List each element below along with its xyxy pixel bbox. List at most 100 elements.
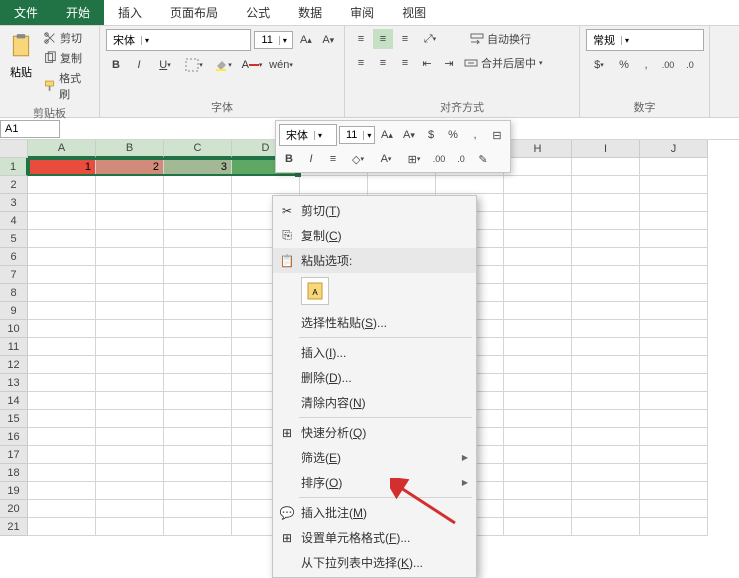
mini-inc-decimal-icon[interactable]: .00 bbox=[429, 149, 449, 169]
cell-C1[interactable]: 3 bbox=[164, 158, 232, 176]
cell-H16[interactable] bbox=[504, 428, 572, 446]
underline-button[interactable]: U ▾ bbox=[152, 55, 178, 75]
cell-J6[interactable] bbox=[640, 248, 708, 266]
menu-clear[interactable]: 清除内容(N) bbox=[273, 390, 476, 415]
cell-J21[interactable] bbox=[640, 518, 708, 536]
cell-C6[interactable] bbox=[164, 248, 232, 266]
cell-C3[interactable] bbox=[164, 194, 232, 212]
cell-J11[interactable] bbox=[640, 338, 708, 356]
cell-I7[interactable] bbox=[572, 266, 640, 284]
tab-data[interactable]: 数据 bbox=[284, 0, 336, 25]
cell-A13[interactable] bbox=[28, 374, 96, 392]
mini-fill-color-icon[interactable]: ◇▾ bbox=[345, 149, 371, 169]
cell-H8[interactable] bbox=[504, 284, 572, 302]
cell-J7[interactable] bbox=[640, 266, 708, 284]
row-header-2[interactable]: 2 bbox=[0, 176, 28, 194]
cell-J15[interactable] bbox=[640, 410, 708, 428]
cell-J20[interactable] bbox=[640, 500, 708, 518]
row-header-17[interactable]: 17 bbox=[0, 446, 28, 464]
mini-font-combo[interactable]: 宋体▾ bbox=[279, 124, 337, 146]
cell-B4[interactable] bbox=[96, 212, 164, 230]
align-right-icon[interactable]: ≡ bbox=[395, 53, 415, 73]
copy-button[interactable]: 复制 bbox=[40, 49, 93, 67]
cell-J13[interactable] bbox=[640, 374, 708, 392]
tab-layout[interactable]: 页面布局 bbox=[156, 0, 232, 25]
align-left-icon[interactable]: ≡ bbox=[351, 53, 371, 73]
paste-option-default[interactable]: A bbox=[301, 277, 329, 305]
cell-C5[interactable] bbox=[164, 230, 232, 248]
cell-H7[interactable] bbox=[504, 266, 572, 284]
decrease-font-icon[interactable]: A▾ bbox=[319, 30, 338, 50]
font-name-combo[interactable]: 宋体▾ bbox=[106, 29, 251, 51]
cell-J8[interactable] bbox=[640, 284, 708, 302]
cell-H3[interactable] bbox=[504, 194, 572, 212]
cell-B19[interactable] bbox=[96, 482, 164, 500]
cell-A2[interactable] bbox=[28, 176, 96, 194]
cell-I16[interactable] bbox=[572, 428, 640, 446]
row-header-6[interactable]: 6 bbox=[0, 248, 28, 266]
cut-button[interactable]: 剪切 bbox=[40, 29, 93, 47]
mini-italic-button[interactable]: I bbox=[301, 149, 321, 169]
menu-cut[interactable]: ✂剪切(T) bbox=[273, 198, 476, 223]
cell-I18[interactable] bbox=[572, 464, 640, 482]
tab-home[interactable]: 开始 bbox=[52, 0, 104, 25]
cell-A9[interactable] bbox=[28, 302, 96, 320]
cell-A16[interactable] bbox=[28, 428, 96, 446]
cell-A5[interactable] bbox=[28, 230, 96, 248]
borders-button[interactable]: ▾ bbox=[181, 55, 207, 75]
cell-I3[interactable] bbox=[572, 194, 640, 212]
col-header-C[interactable]: C bbox=[164, 140, 232, 158]
font-size-combo[interactable]: 11▾ bbox=[254, 31, 293, 49]
cell-J5[interactable] bbox=[640, 230, 708, 248]
cell-B2[interactable] bbox=[96, 176, 164, 194]
cell-J9[interactable] bbox=[640, 302, 708, 320]
cell-A12[interactable] bbox=[28, 356, 96, 374]
tab-insert[interactable]: 插入 bbox=[104, 0, 156, 25]
pinyin-button[interactable]: wén▾ bbox=[268, 55, 294, 75]
cell-C8[interactable] bbox=[164, 284, 232, 302]
cell-C13[interactable] bbox=[164, 374, 232, 392]
mini-increase-font-icon[interactable]: A▴ bbox=[377, 125, 397, 145]
cell-B8[interactable] bbox=[96, 284, 164, 302]
cell-J16[interactable] bbox=[640, 428, 708, 446]
cell-B16[interactable] bbox=[96, 428, 164, 446]
cell-B7[interactable] bbox=[96, 266, 164, 284]
mini-dec-decimal-icon[interactable]: .0 bbox=[451, 149, 471, 169]
cell-A15[interactable] bbox=[28, 410, 96, 428]
cell-B3[interactable] bbox=[96, 194, 164, 212]
cell-I8[interactable] bbox=[572, 284, 640, 302]
cell-B9[interactable] bbox=[96, 302, 164, 320]
cell-J14[interactable] bbox=[640, 392, 708, 410]
row-header-21[interactable]: 21 bbox=[0, 518, 28, 536]
cell-H11[interactable] bbox=[504, 338, 572, 356]
row-header-11[interactable]: 11 bbox=[0, 338, 28, 356]
row-header-1[interactable]: 1 bbox=[0, 158, 28, 176]
cell-I9[interactable] bbox=[572, 302, 640, 320]
wrap-text-button[interactable]: 自动换行 bbox=[467, 30, 534, 48]
cell-C20[interactable] bbox=[164, 500, 232, 518]
cell-H18[interactable] bbox=[504, 464, 572, 482]
orientation-icon[interactable]: ⤢▾ bbox=[417, 29, 443, 49]
cell-A21[interactable] bbox=[28, 518, 96, 536]
increase-decimal-icon[interactable]: .00 bbox=[658, 55, 678, 75]
select-all-corner[interactable] bbox=[0, 140, 28, 158]
cell-I12[interactable] bbox=[572, 356, 640, 374]
cell-C4[interactable] bbox=[164, 212, 232, 230]
number-format-combo[interactable]: 常规▾ bbox=[586, 29, 704, 51]
col-header-J[interactable]: J bbox=[640, 140, 708, 158]
merge-center-button[interactable]: 合并后居中 ▾ bbox=[461, 54, 546, 72]
cell-H21[interactable] bbox=[504, 518, 572, 536]
font-color-button[interactable]: A▾ bbox=[239, 55, 265, 75]
cell-J19[interactable] bbox=[640, 482, 708, 500]
decrease-decimal-icon[interactable]: .0 bbox=[680, 55, 700, 75]
cell-A10[interactable] bbox=[28, 320, 96, 338]
cell-B14[interactable] bbox=[96, 392, 164, 410]
cell-H17[interactable] bbox=[504, 446, 572, 464]
row-header-20[interactable]: 20 bbox=[0, 500, 28, 518]
cell-J2[interactable] bbox=[640, 176, 708, 194]
menu-paste-special[interactable]: 选择性粘贴(S)... bbox=[273, 310, 476, 335]
cell-A17[interactable] bbox=[28, 446, 96, 464]
paste-icon[interactable] bbox=[6, 29, 36, 63]
cell-C12[interactable] bbox=[164, 356, 232, 374]
cell-H15[interactable] bbox=[504, 410, 572, 428]
